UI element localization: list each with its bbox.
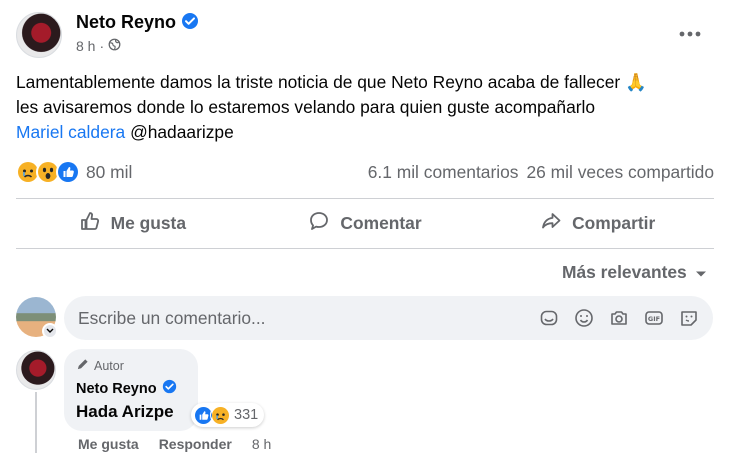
divider-bottom <box>16 248 714 249</box>
post-time[interactable]: 8 h <box>76 38 95 54</box>
camera-icon[interactable] <box>607 306 631 330</box>
comment-actions: Me gusta Responder 8 h <box>78 436 271 452</box>
divider-top <box>16 198 714 199</box>
comment-text: Hada Arizpe <box>76 402 174 421</box>
author-name-line: Neto Reyno <box>76 12 199 35</box>
post-meta: 8 h · <box>76 38 121 54</box>
sad-reaction-icon <box>210 405 230 425</box>
comments-count[interactable]: 6.1 mil comentarios <box>368 162 519 183</box>
pen-icon <box>76 358 89 374</box>
comment-reactions-count: 331 <box>234 407 259 423</box>
reactions-summary: 80 mil 6.1 mil comentarios 26 mil veces … <box>16 158 714 186</box>
share-button[interactable]: Compartir <box>481 200 714 246</box>
like-button-label: Me gusta <box>110 212 187 233</box>
post-stats: 6.1 mil comentarios 26 mil veces compart… <box>368 162 714 183</box>
comment-button-label: Comentar <box>340 212 422 233</box>
mention-handle: @hadaarizpe <box>130 122 234 142</box>
comment-composer[interactable]: GIF <box>64 296 713 340</box>
thumbs-up-icon <box>79 210 101 237</box>
comment-bubble: Autor Neto Reyno Hada Arizpe <box>64 349 198 431</box>
comment-button[interactable]: Comentar <box>249 200 482 246</box>
post-text-line-1: Lamentablemente damos la triste noticia … <box>16 72 647 92</box>
share-button-label: Compartir <box>572 212 656 233</box>
comment-reactions[interactable]: 331 <box>191 403 265 427</box>
post-text: Lamentablemente damos la triste noticia … <box>16 70 716 145</box>
comment-like-button[interactable]: Me gusta <box>78 436 139 452</box>
post-text-line-2: les avisaremos donde lo estaremos veland… <box>16 97 596 117</box>
comment-input[interactable] <box>78 307 518 329</box>
mention-link[interactable]: Mariel caldera <box>16 122 125 142</box>
like-button[interactable]: Me gusta <box>16 200 249 246</box>
comment-author[interactable]: Neto Reyno <box>76 381 157 397</box>
caret-down-icon <box>695 262 707 283</box>
comment-time[interactable]: 8 h <box>252 436 271 452</box>
praying-hands-emoji: 🙏 <box>625 72 647 92</box>
author-badge-label: Autor <box>94 359 124 373</box>
comment-reply-button[interactable]: Responder <box>159 436 232 452</box>
chevron-down-icon[interactable] <box>42 323 58 339</box>
comment-bubble-icon <box>308 210 330 237</box>
globe-icon <box>108 38 121 54</box>
sticker-icon[interactable] <box>537 306 561 330</box>
comment-sort-dropdown[interactable]: Más relevantes <box>562 262 707 283</box>
sticker-face-icon[interactable] <box>677 306 701 330</box>
author-avatar[interactable] <box>16 12 62 58</box>
shares-count[interactable]: 26 mil veces compartido <box>526 162 714 183</box>
author-badge: Autor <box>76 357 186 375</box>
emoji-icon[interactable] <box>572 306 596 330</box>
post-text-line-3: Mariel caldera @hadaarizpe <box>16 120 716 145</box>
commenter-avatar[interactable] <box>16 350 56 390</box>
author-name[interactable]: Neto Reyno <box>76 12 176 32</box>
composer-tools: GIF <box>537 306 701 330</box>
svg-text:GIF: GIF <box>648 315 660 323</box>
verified-badge-icon <box>162 379 177 398</box>
gif-icon[interactable]: GIF <box>642 306 666 330</box>
sort-label: Más relevantes <box>562 262 687 282</box>
more-options-button[interactable] <box>674 18 706 50</box>
verified-badge-icon <box>181 12 199 35</box>
thread-line <box>35 392 37 453</box>
post-header: Neto Reyno 8 h · <box>16 12 716 58</box>
like-reaction-icon <box>56 160 80 184</box>
comment-author-line: Neto Reyno <box>76 379 186 398</box>
share-arrow-icon <box>540 210 562 237</box>
reactions-count[interactable]: 80 mil <box>86 162 132 183</box>
post-actions: Me gusta Comentar Compartir <box>16 200 714 246</box>
reaction-icons[interactable] <box>16 160 80 184</box>
